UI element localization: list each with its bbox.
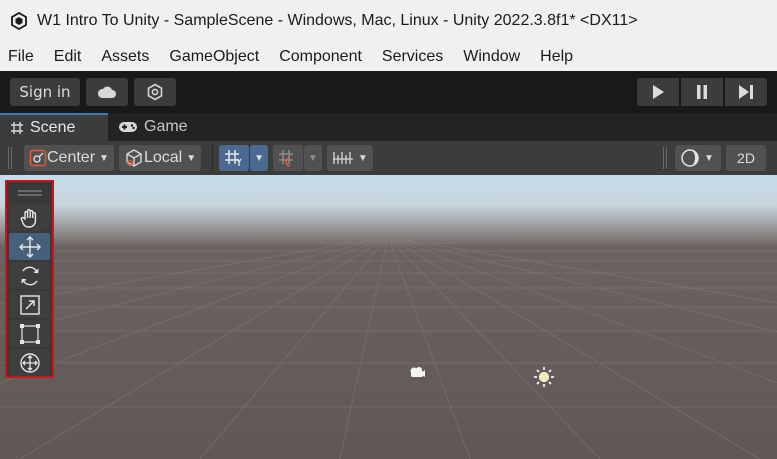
cloud-button[interactable] xyxy=(86,78,128,106)
chevron-down-icon: ▼ xyxy=(704,152,714,164)
tab-scene-label: Scene xyxy=(30,119,76,136)
window-title: W1 Intro To Unity - SampleScene - Window… xyxy=(37,12,638,29)
transform-icon xyxy=(19,352,40,373)
menu-component[interactable]: Component xyxy=(279,48,362,66)
sign-in-button[interactable]: Sign in xyxy=(10,78,80,106)
camera-gizmo-icon[interactable] xyxy=(408,365,426,379)
chevron-down-icon: ▼ xyxy=(254,152,264,164)
pivot-dropdown[interactable]: Center ▼ xyxy=(24,145,114,171)
menu-help[interactable]: Help xyxy=(540,48,573,66)
title-bar: W1 Intro To Unity - SampleScene - Window… xyxy=(0,0,777,42)
pause-button[interactable] xyxy=(681,78,723,106)
scale-icon xyxy=(19,294,40,315)
move-arrows-icon xyxy=(18,235,41,258)
play-icon xyxy=(653,85,664,99)
toolbar-grip[interactable] xyxy=(663,147,667,169)
menu-file[interactable]: File xyxy=(8,48,34,66)
play-controls xyxy=(637,78,767,106)
step-icon xyxy=(739,85,753,99)
scene-toolbar: Center ▼ Local ▼ ▼ ▼ ▼ ▼ 2D xyxy=(0,141,777,175)
rotate-tool-button[interactable] xyxy=(9,262,50,289)
tab-game[interactable]: Game xyxy=(108,113,198,141)
scene-view[interactable] xyxy=(0,175,777,459)
chevron-down-icon: ▼ xyxy=(357,152,368,164)
chevron-down-icon: ▼ xyxy=(308,152,318,164)
menu-gameobject[interactable]: GameObject xyxy=(169,48,259,66)
menu-window[interactable]: Window xyxy=(463,48,520,66)
rotate-icon xyxy=(20,266,39,285)
chevron-down-icon: ▼ xyxy=(186,152,197,164)
cloud-icon xyxy=(97,86,116,98)
ruler-dropdown[interactable]: ▼ xyxy=(326,145,373,171)
tools-overlay xyxy=(5,180,54,378)
collab-button[interactable] xyxy=(134,78,176,106)
unity-logo-icon xyxy=(11,12,27,30)
hand-icon xyxy=(20,208,36,228)
pivot-label: Center xyxy=(47,149,96,166)
menu-bar: File Edit Assets GameObject Component Se… xyxy=(0,42,777,71)
tab-game-label: Game xyxy=(144,118,188,135)
play-button[interactable] xyxy=(637,78,679,106)
gamepad-icon xyxy=(118,121,138,133)
view-tabs: Scene Game xyxy=(0,113,777,141)
rect-transform-icon xyxy=(19,323,40,344)
local-cube-icon xyxy=(126,149,142,167)
toolbar-grip[interactable] xyxy=(8,147,12,169)
rect-tool-button[interactable] xyxy=(9,320,50,347)
menu-edit[interactable]: Edit xyxy=(54,48,82,66)
pause-icon xyxy=(697,85,707,99)
increment-snap-toggle[interactable] xyxy=(273,145,303,171)
grid-snap-toggle[interactable] xyxy=(219,145,250,171)
tab-scene[interactable]: Scene xyxy=(0,113,108,141)
increment-snap-dropdown[interactable]: ▼ xyxy=(304,145,322,171)
scene-right-tools: ▼ 2D xyxy=(663,145,771,171)
increment-snap-icon xyxy=(279,150,293,167)
space-dropdown[interactable]: Local ▼ xyxy=(118,145,202,171)
light-gizmo-icon[interactable] xyxy=(533,366,555,388)
menu-assets[interactable]: Assets xyxy=(101,48,149,66)
drag-handle-icon xyxy=(17,190,42,196)
hand-tool-button[interactable] xyxy=(9,204,50,231)
grid-snap-icon xyxy=(225,150,242,166)
grid-snap-dropdown[interactable]: ▼ xyxy=(250,145,268,171)
chevron-down-icon: ▼ xyxy=(99,152,109,164)
menu-services[interactable]: Services xyxy=(382,48,443,66)
collab-icon xyxy=(147,83,163,101)
shading-mode-icon xyxy=(681,149,699,167)
transform-tool-button[interactable] xyxy=(9,349,50,376)
space-label: Local xyxy=(143,149,183,166)
toggle-2d-button[interactable]: 2D xyxy=(726,145,766,171)
hash-grid-icon xyxy=(10,121,24,135)
main-toolbar: Sign in xyxy=(0,71,777,113)
ruler-icon xyxy=(332,152,353,164)
scale-tool-button[interactable] xyxy=(9,291,50,318)
step-button[interactable] xyxy=(725,78,767,106)
toolbar-separator xyxy=(212,145,214,171)
scene-grid xyxy=(0,236,777,459)
move-tool-button[interactable] xyxy=(9,233,50,260)
overlay-drag-handle[interactable] xyxy=(7,182,52,204)
pivot-center-icon xyxy=(29,149,47,167)
draw-mode-dropdown[interactable]: ▼ xyxy=(675,145,721,171)
